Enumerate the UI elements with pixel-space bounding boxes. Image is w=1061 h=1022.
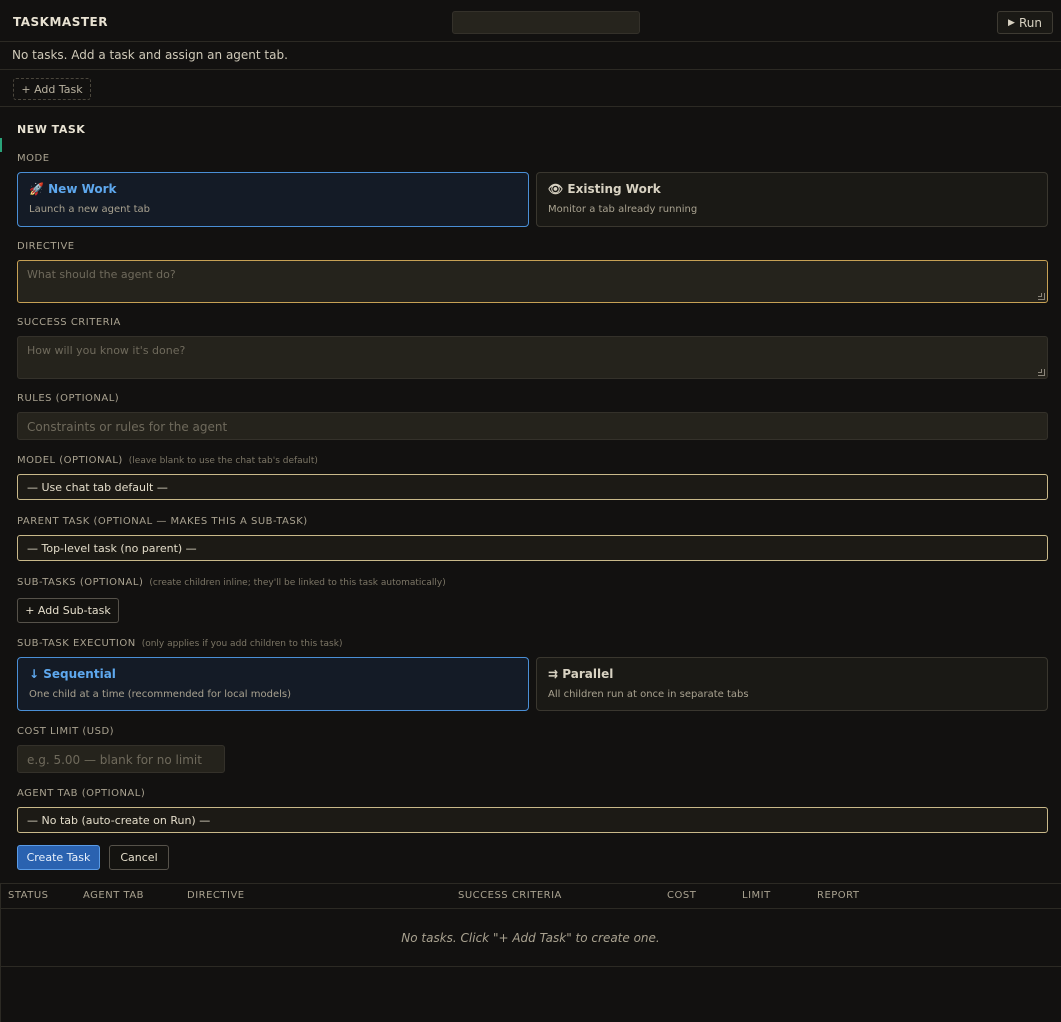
column-header-agent-tab[interactable]: AGENT TAB [83,890,144,901]
arrow-down-icon: ↓ [29,667,40,681]
execution-option-title: Sequential [43,667,116,681]
add-subtask-button[interactable]: + Add Sub-task [17,598,119,623]
subtasks-label: SUB-TASKS (OPTIONAL) (create children inl… [17,577,446,588]
model-select[interactable]: — Use chat tab default — [17,474,1048,500]
directive-textarea[interactable]: What should the agent do? [17,260,1048,303]
run-button-label: Run [1018,15,1042,30]
divider [0,883,1,1022]
execution-option-sequential[interactable]: ↓ Sequential One child at a time (recomm… [17,657,529,711]
resize-grip-icon[interactable] [1038,293,1045,300]
column-header-status[interactable]: STATUS [8,890,49,901]
subtasks-label-text: SUB-TASKS (OPTIONAL) [17,577,144,588]
execution-hint: (only applies if you add children to thi… [141,639,343,649]
mode-label: MODE [17,153,50,164]
cost-limit-label: COST LIMIT (USD) [17,726,115,737]
rules-input[interactable]: Constraints or rules for the agent [17,412,1048,440]
column-header-report[interactable]: REPORT [817,890,860,901]
app-header: TASKMASTER ▶ Run [0,4,1061,42]
run-button[interactable]: ▶ Run [997,11,1053,34]
rules-placeholder: Constraints or rules for the agent [27,420,228,434]
agent-tab-select[interactable]: — No tab (auto-create on Run) — [17,807,1048,833]
parent-task-select[interactable]: — Top-level task (no parent) — [17,535,1048,561]
execution-option-parallel[interactable]: ⇉ Parallel All children run at once in s… [536,657,1048,711]
execution-option-desc: All children run at once in separate tab… [548,689,749,700]
app-title: TASKMASTER [13,15,108,29]
execution-label: SUB-TASK EXECUTION (only applies if you a… [17,638,342,649]
task-table-header: STATUS AGENT TAB DIRECTIVE SUCCESS CRITE… [0,883,1061,909]
rocket-icon: 🚀 [29,182,44,196]
success-criteria-label: SUCCESS CRITERIA [17,317,121,328]
model-hint: (leave blank to use the chat tab's defau… [128,456,318,466]
cost-limit-input[interactable]: e.g. 5.00 — blank for no limit [17,745,225,773]
mode-option-desc: Monitor a tab already running [548,204,698,215]
parent-task-label: PARENT TASK (OPTIONAL — MAKES THIS A SUB… [17,516,308,527]
status-message: No tasks. Add a task and assign an agent… [0,42,1061,70]
column-header-cost[interactable]: COST [667,890,696,901]
add-task-button[interactable]: + Add Task [13,78,91,100]
mode-option-title: Existing Work [567,182,661,196]
header-search-input[interactable] [452,11,640,34]
cancel-button[interactable]: Cancel [109,845,169,870]
side-accent-marker [0,138,2,152]
subtasks-hint: (create children inline; they'll be link… [149,578,446,588]
directive-placeholder: What should the agent do? [27,268,176,281]
add-task-bar: + Add Task [0,70,1061,107]
column-header-directive[interactable]: DIRECTIVE [187,890,245,901]
directive-label: DIRECTIVE [17,241,75,252]
form-title: NEW TASK [17,123,86,136]
cost-limit-placeholder: e.g. 5.00 — blank for no limit [27,753,202,767]
execution-option-title: Parallel [562,667,614,681]
agent-tab-label: AGENT TAB (OPTIONAL) [17,788,146,799]
play-icon: ▶ [1008,17,1015,28]
model-label: MODEL (OPTIONAL) (leave blank to use the … [17,455,318,466]
parallel-arrows-icon: ⇉ [548,667,559,681]
execution-label-text: SUB-TASK EXECUTION [17,638,136,649]
success-criteria-placeholder: How will you know it's done? [27,344,186,357]
mode-option-new-work[interactable]: 🚀 New Work Launch a new agent tab [17,172,529,227]
rules-label: RULES (OPTIONAL) [17,393,120,404]
success-criteria-textarea[interactable]: How will you know it's done? [17,336,1048,379]
task-table-empty-message: No tasks. Click "+ Add Task" to create o… [0,909,1061,967]
mode-option-desc: Launch a new agent tab [29,204,151,215]
column-header-success-criteria[interactable]: SUCCESS CRITERIA [458,890,562,901]
resize-grip-icon[interactable] [1038,369,1045,376]
create-task-button[interactable]: Create Task [17,845,100,870]
eye-icon: 👁 [548,182,564,196]
column-header-limit[interactable]: LIMIT [742,890,771,901]
execution-option-desc: One child at a time (recommended for loc… [29,689,291,700]
mode-option-existing-work[interactable]: 👁 Existing Work Monitor a tab already ru… [536,172,1048,227]
model-label-text: MODEL (OPTIONAL) [17,455,123,466]
mode-option-title: New Work [48,182,117,196]
